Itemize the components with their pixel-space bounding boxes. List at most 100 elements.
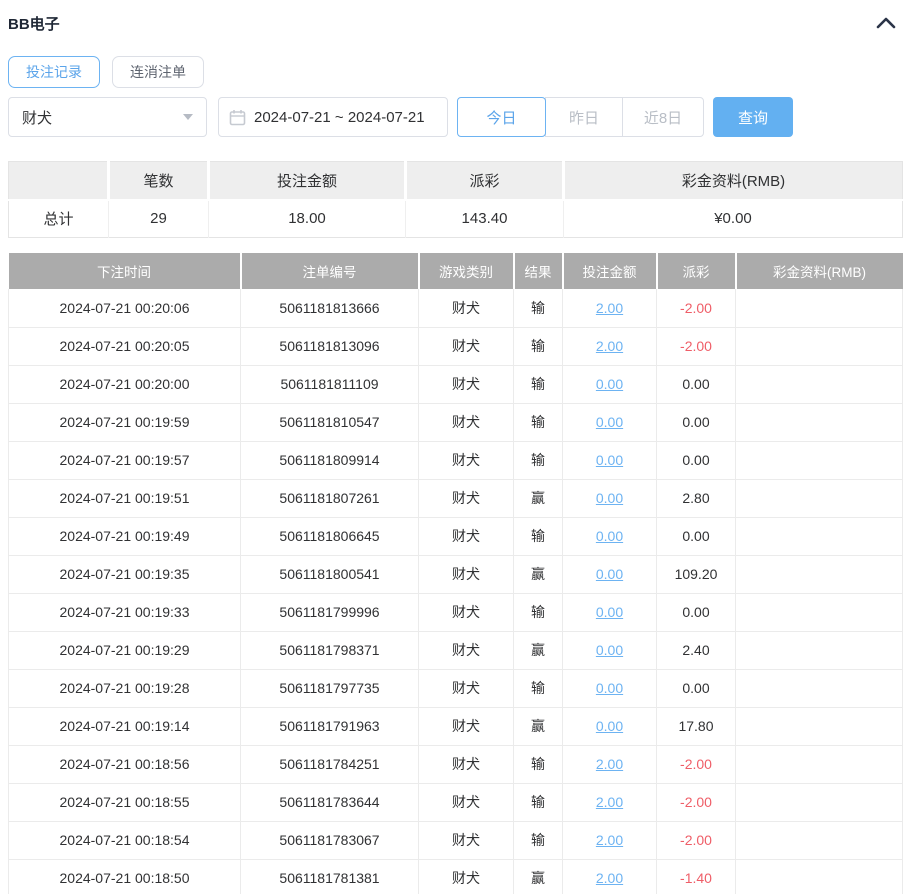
table-row: 2024-07-21 00:19:14 5061181791963 财犬赢 0.00 1… bbox=[8, 707, 903, 746]
col-game-type: 游戏类别 bbox=[418, 253, 515, 289]
table-row: 2024-07-21 00:18:54 5061181783067 财犬输 2.00 -… bbox=[8, 821, 903, 860]
bet-amount-link[interactable]: 0.00 bbox=[596, 680, 623, 696]
cell-order-no: 5061181799996 bbox=[240, 593, 419, 632]
cell-payout: 0.00 bbox=[656, 669, 736, 708]
cell-time: 2024-07-21 00:19:49 bbox=[8, 517, 241, 556]
search-button[interactable]: 查询 bbox=[713, 97, 793, 137]
cell-time: 2024-07-21 00:20:05 bbox=[8, 327, 241, 366]
cell-bet: 0.00 bbox=[562, 593, 657, 632]
cell-order-no: 5061181784251 bbox=[240, 745, 419, 784]
summary-header-row: 笔数 投注金额 派彩 彩金资料(RMB) bbox=[8, 161, 903, 201]
game-select[interactable]: 财犬 bbox=[8, 97, 207, 137]
tab-cancelled-orders[interactable]: 连消注单 bbox=[112, 56, 204, 88]
summary-header-payout: 派彩 bbox=[405, 161, 565, 201]
cell-order-no: 5061181797735 bbox=[240, 669, 419, 708]
cell-result: 输 bbox=[513, 365, 563, 404]
cell-game: 财犬 bbox=[418, 441, 514, 480]
today-button[interactable]: 今日 bbox=[457, 97, 546, 137]
cell-bet: 2.00 bbox=[562, 327, 657, 366]
bet-amount-link[interactable]: 2.00 bbox=[596, 870, 623, 886]
bet-amount-link[interactable]: 0.00 bbox=[596, 528, 623, 544]
bet-amount-link[interactable]: 0.00 bbox=[596, 452, 623, 468]
cell-time: 2024-07-21 00:19:51 bbox=[8, 479, 241, 518]
summary-total-bonus: ¥0.00 bbox=[563, 199, 903, 238]
cell-result: 输 bbox=[513, 327, 563, 366]
cell-bonus bbox=[735, 859, 903, 894]
cell-payout: 0.00 bbox=[656, 517, 736, 556]
cell-payout: -2.00 bbox=[656, 783, 736, 822]
summary-header-empty bbox=[8, 161, 110, 201]
game-select-value: 财犬 bbox=[22, 109, 53, 127]
cell-bonus bbox=[735, 517, 903, 556]
col-bet-time: 下注时间 bbox=[8, 253, 242, 289]
cell-order-no: 5061181810547 bbox=[240, 403, 419, 442]
cell-result: 赢 bbox=[513, 631, 563, 670]
table-row: 2024-07-21 00:19:49 5061181806645 财犬输 0.00 0… bbox=[8, 517, 903, 556]
bet-amount-link[interactable]: 0.00 bbox=[596, 604, 623, 620]
cell-bonus bbox=[735, 479, 903, 518]
cell-bonus bbox=[735, 403, 903, 442]
cell-result: 赢 bbox=[513, 555, 563, 594]
cell-bonus bbox=[735, 593, 903, 632]
bet-amount-link[interactable]: 2.00 bbox=[596, 794, 623, 810]
bet-amount-link[interactable]: 2.00 bbox=[596, 338, 623, 354]
cell-game: 财犬 bbox=[418, 783, 514, 822]
bet-amount-link[interactable]: 0.00 bbox=[596, 718, 623, 734]
cell-result: 赢 bbox=[513, 859, 563, 894]
tab-bet-records[interactable]: 投注记录 bbox=[8, 56, 100, 88]
summary-total-count: 29 bbox=[108, 199, 209, 238]
bet-amount-link[interactable]: 0.00 bbox=[596, 566, 623, 582]
cell-result: 输 bbox=[513, 289, 563, 328]
cell-game: 财犬 bbox=[418, 707, 514, 746]
bet-record-panel: BB电子 投注记录 连消注单 财犬 2024-07-21 ~ 2024-07-2… bbox=[0, 0, 911, 894]
cell-result: 赢 bbox=[513, 707, 563, 746]
bet-amount-link[interactable]: 0.00 bbox=[596, 414, 623, 430]
cell-bet: 2.00 bbox=[562, 859, 657, 894]
bet-amount-link[interactable]: 2.00 bbox=[596, 756, 623, 772]
col-order-no: 注单编号 bbox=[240, 253, 420, 289]
summary-header-bonus: 彩金资料(RMB) bbox=[563, 161, 903, 201]
chevron-up-icon bbox=[876, 17, 896, 29]
bet-amount-link[interactable]: 0.00 bbox=[596, 376, 623, 392]
cell-bonus bbox=[735, 783, 903, 822]
cell-game: 财犬 bbox=[418, 821, 514, 860]
cell-order-no: 5061181813096 bbox=[240, 327, 419, 366]
yesterday-button[interactable]: 昨日 bbox=[545, 97, 623, 137]
table-row: 2024-07-21 00:20:05 5061181813096 财犬输 2.00 -… bbox=[8, 327, 903, 366]
cell-payout: 17.80 bbox=[656, 707, 736, 746]
summary-table: 笔数 投注金额 派彩 彩金资料(RMB) 总计 29 18.00 143.40 … bbox=[8, 161, 903, 238]
cell-order-no: 5061181783644 bbox=[240, 783, 419, 822]
cell-bet: 0.00 bbox=[562, 403, 657, 442]
summary-total-payout: 143.40 bbox=[405, 199, 564, 238]
table-row: 2024-07-21 00:19:57 5061181809914 财犬输 0.00 0… bbox=[8, 441, 903, 480]
cell-bet: 2.00 bbox=[562, 821, 657, 860]
cell-game: 财犬 bbox=[418, 631, 514, 670]
bet-amount-link[interactable]: 2.00 bbox=[596, 300, 623, 316]
cell-bonus bbox=[735, 327, 903, 366]
table-row: 2024-07-21 00:19:28 5061181797735 财犬输 0.00 0… bbox=[8, 669, 903, 708]
cell-bet: 0.00 bbox=[562, 707, 657, 746]
bet-amount-link[interactable]: 0.00 bbox=[596, 642, 623, 658]
cell-bet: 2.00 bbox=[562, 289, 657, 328]
cell-order-no: 5061181813666 bbox=[240, 289, 419, 328]
bet-amount-link[interactable]: 0.00 bbox=[596, 490, 623, 506]
cell-bet: 0.00 bbox=[562, 555, 657, 594]
cell-payout: 0.00 bbox=[656, 365, 736, 404]
col-payout: 派彩 bbox=[656, 253, 737, 289]
cell-bonus bbox=[735, 821, 903, 860]
summary-total-bet-amount: 18.00 bbox=[208, 199, 406, 238]
bet-amount-link[interactable]: 2.00 bbox=[596, 832, 623, 848]
collapse-button[interactable] bbox=[875, 12, 897, 34]
last-8-days-button[interactable]: 近8日 bbox=[622, 97, 704, 137]
cell-payout: 0.00 bbox=[656, 403, 736, 442]
date-range-input[interactable]: 2024-07-21 ~ 2024-07-21 bbox=[218, 97, 448, 137]
col-bonus: 彩金资料(RMB) bbox=[735, 253, 903, 289]
cell-bonus bbox=[735, 555, 903, 594]
cell-time: 2024-07-21 00:20:06 bbox=[8, 289, 241, 328]
cell-payout: -2.00 bbox=[656, 289, 736, 328]
cell-payout: 0.00 bbox=[656, 441, 736, 480]
bet-records-table: 下注时间 注单编号 游戏类别 结果 投注金额 派彩 彩金资料(RMB) 2024… bbox=[8, 253, 903, 894]
cell-bonus bbox=[735, 707, 903, 746]
cell-game: 财犬 bbox=[418, 327, 514, 366]
table-row: 2024-07-21 00:18:50 5061181781381 财犬赢 2.00 -… bbox=[8, 859, 903, 894]
